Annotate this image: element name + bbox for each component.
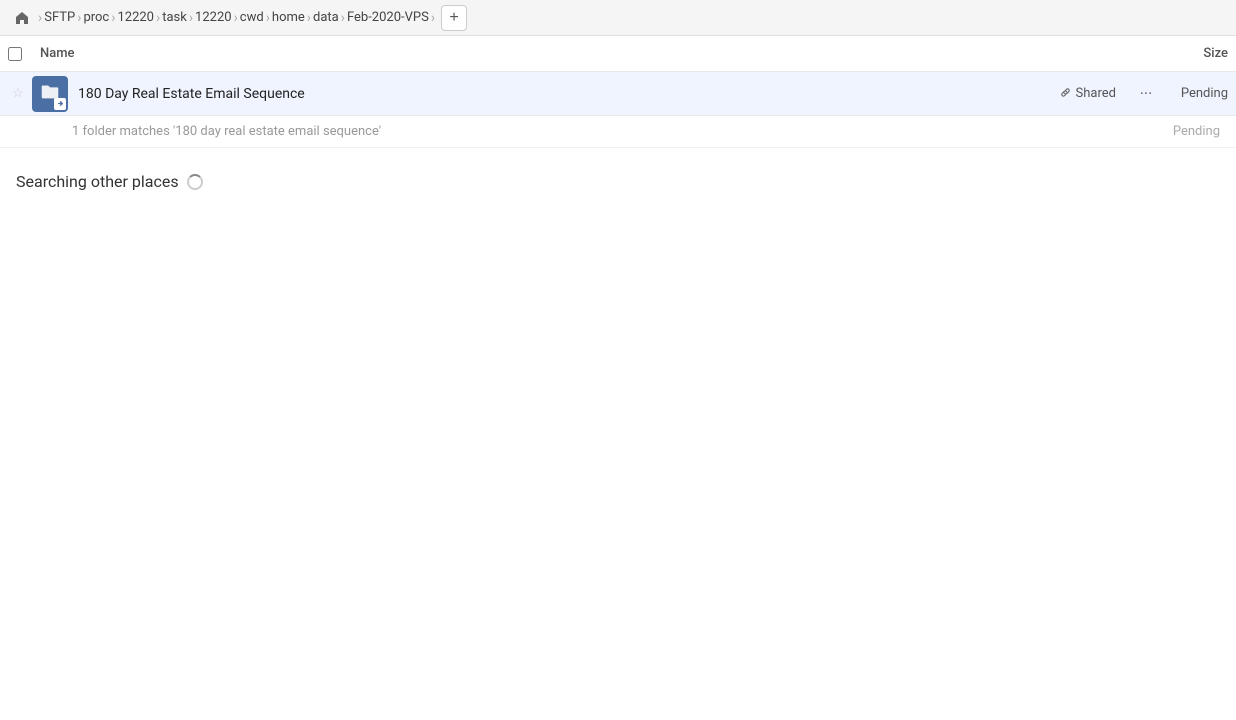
breadcrumb-sftp[interactable]: SFTP (44, 10, 75, 25)
match-description: 1 folder matches '180 day real estate em… (72, 124, 1173, 139)
separator-3: › (156, 10, 160, 26)
separator-1: › (77, 10, 81, 26)
separator-9: › (431, 10, 435, 26)
add-tab-button[interactable]: + (441, 5, 467, 31)
file-name-label: 180 Day Real Estate Email Sequence (78, 86, 1059, 102)
select-all-input[interactable] (8, 47, 22, 61)
breadcrumb-home[interactable]: home (272, 10, 305, 25)
breadcrumb-12220-2[interactable]: 12220 (195, 10, 232, 25)
select-all-checkbox[interactable] (8, 47, 32, 61)
separator-8: › (341, 10, 345, 26)
separator-0: › (38, 10, 42, 26)
breadcrumb-task[interactable]: task (162, 10, 187, 25)
separator-4: › (189, 10, 193, 26)
link-icon (1059, 86, 1072, 102)
separator-7: › (307, 10, 311, 26)
separator-6: › (266, 10, 270, 26)
link-badge-icon (54, 98, 66, 110)
match-info-row: 1 folder matches '180 day real estate em… (0, 116, 1236, 148)
column-header: Name Size (0, 36, 1236, 72)
breadcrumb-bar: › SFTP › proc › 12220 › task › 12220 › c… (0, 0, 1236, 36)
breadcrumb-proc[interactable]: proc (83, 10, 109, 25)
breadcrumb-cwd[interactable]: cwd (240, 10, 264, 25)
searching-label: Searching other places (16, 172, 179, 191)
separator-5: › (234, 10, 238, 26)
shared-label: Shared (1076, 86, 1116, 101)
file-status-badge: Pending (1168, 86, 1228, 101)
breadcrumb-12220-1[interactable]: 12220 (117, 10, 154, 25)
name-column-header: Name (40, 46, 1168, 61)
breadcrumb-feb2020vps[interactable]: Feb-2020-VPS (347, 10, 429, 25)
shared-badge: Shared (1059, 86, 1116, 102)
searching-other-places-section: Searching other places (0, 148, 1236, 207)
star-icon[interactable]: ☆ (8, 86, 28, 101)
file-list-item[interactable]: ☆ 180 Day Real Estate Email Sequence Sha… (0, 72, 1236, 116)
more-dots-icon: ··· (1140, 84, 1153, 103)
size-column-header: Size (1168, 46, 1228, 61)
breadcrumb-data[interactable]: data (313, 10, 339, 25)
file-folder-icon (32, 76, 68, 112)
loading-spinner (187, 174, 203, 190)
separator-2: › (111, 10, 115, 26)
home-icon[interactable] (8, 4, 36, 32)
more-options-button[interactable]: ··· (1132, 80, 1160, 108)
match-status: Pending (1173, 124, 1220, 139)
